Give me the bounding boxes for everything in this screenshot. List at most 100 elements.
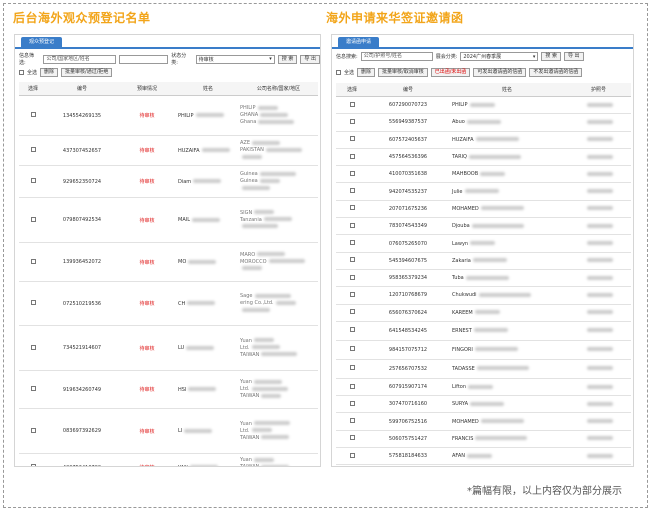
row-passport-cell (566, 359, 631, 379)
row-checkbox[interactable] (30, 147, 36, 152)
row-checkbox[interactable] (30, 427, 36, 433)
right-table: 选择 编号 姓名 护照号 607290070723 PHILIP 556949387537… (336, 83, 631, 466)
row-name-cell: Djouba (448, 217, 566, 236)
right-heading: 海外申请来华签证邀请函 (326, 11, 464, 25)
redacted-text (253, 379, 282, 384)
table-row: 607915907174 Lifton (336, 378, 631, 397)
row-id: 607290070723 (368, 96, 448, 115)
row-checkbox[interactable] (349, 291, 355, 297)
left-status-label: 状态分类: (171, 53, 187, 66)
row-checkbox[interactable] (349, 101, 355, 107)
address-line: MOROCCO (240, 259, 317, 266)
row-checkbox[interactable] (30, 464, 36, 466)
row-checkbox[interactable] (349, 365, 355, 371)
row-checkbox[interactable] (349, 205, 355, 211)
row-name: KAREEM (452, 309, 473, 316)
left-column-header: 姓名 (177, 82, 239, 96)
redacted-text (261, 393, 282, 398)
redacted-text (186, 345, 215, 350)
left-batch-button[interactable]: 批量审核/通过/拒绝 (61, 68, 113, 77)
left-status-select[interactable]: 待审核 ▾ (195, 54, 275, 64)
row-checkbox[interactable] (349, 435, 355, 441)
row-select-cell (336, 304, 368, 322)
right-delete-button[interactable]: 删除 (357, 68, 376, 77)
row-name: ERNEST (452, 327, 472, 334)
row-checkbox[interactable] (349, 170, 355, 176)
letter-issued-toggle-button[interactable]: 已出函/未出函 (430, 68, 471, 77)
row-checkbox[interactable] (349, 452, 355, 458)
tab-visitor-registration[interactable]: 观众预登记 (21, 37, 63, 47)
left-extra-input[interactable] (118, 54, 169, 64)
address-text: TAIWAN (240, 464, 260, 467)
redacted-text (265, 147, 302, 152)
row-checkbox[interactable] (349, 188, 355, 194)
row-select-cell (336, 217, 368, 236)
row-checkbox[interactable] (349, 274, 355, 280)
right-exhibit-value: 2024广州春季展 (463, 54, 502, 60)
right-exhibit-select[interactable]: 2024广州春季展 ▾ (460, 52, 539, 61)
row-checkbox[interactable] (349, 383, 355, 389)
redacted-text (261, 464, 290, 466)
redacted-text (275, 300, 296, 305)
row-checkbox[interactable] (30, 178, 36, 183)
row-checkbox[interactable] (349, 346, 355, 352)
row-checkbox[interactable] (30, 112, 36, 117)
row-address-cell: Yuan Ltd. TAIWAN (239, 408, 318, 454)
row-checkbox[interactable] (349, 309, 355, 315)
row-address-cell: PHILIP GHANA Ghana (239, 95, 318, 136)
row-checkbox[interactable] (349, 400, 355, 406)
redacted-passport (586, 310, 613, 315)
right-search-button[interactable]: 搜 索 (541, 52, 561, 61)
left-export-button[interactable]: 导 出 (300, 54, 320, 64)
row-checkbox[interactable] (349, 257, 355, 263)
row-name: MAIL (178, 217, 190, 223)
row-checkbox[interactable] (349, 118, 355, 124)
row-checkbox[interactable] (30, 386, 36, 391)
row-checkbox[interactable] (30, 258, 36, 264)
row-checkbox[interactable] (349, 153, 355, 159)
row-checkbox[interactable] (349, 240, 355, 246)
row-id: 929652350724 (47, 165, 117, 198)
address-line: Guinea (240, 178, 317, 185)
row-name-cell: Abuo (448, 113, 566, 132)
table-row: 656076370624 KAREEM (336, 304, 631, 322)
left-delete-button[interactable]: 删除 (40, 68, 59, 77)
row-checkbox[interactable] (349, 418, 355, 424)
left-column-header: 公司名称/国家/地区 (239, 82, 318, 96)
right-export-button[interactable]: 导 出 (563, 52, 584, 61)
redacted-passport (586, 292, 613, 297)
redacted-text (188, 259, 217, 264)
no-invitation-button[interactable]: 不发出邀请函的信函 (529, 68, 583, 77)
left-search-input[interactable]: 公司/国家地区/姓名 (43, 54, 116, 64)
row-checkbox[interactable] (349, 222, 355, 228)
row-checkbox[interactable] (349, 327, 355, 333)
redacted-text (252, 140, 281, 145)
address-text: TAIWAN (240, 434, 260, 441)
send-invitation-button[interactable]: 可发出邀请函的信函 (473, 68, 527, 77)
address-text: Guinea (240, 171, 258, 177)
address-text: Tanzania (240, 216, 262, 223)
row-id: 457564536396 (368, 148, 448, 167)
batch-review-button[interactable]: 批量审核/取消审核 (378, 68, 428, 77)
right-select-all-checkbox[interactable] (336, 70, 341, 75)
row-id: 650735367628 (368, 464, 448, 466)
tab-invitation-application[interactable]: 邀请函申请 (338, 37, 380, 47)
row-passport-cell (566, 217, 631, 236)
redacted-text (184, 428, 213, 433)
row-checkbox[interactable] (30, 344, 36, 350)
row-name: AFAN (452, 453, 465, 460)
chevron-down-icon: ▾ (269, 56, 272, 62)
row-checkbox[interactable] (30, 300, 36, 305)
address-line (240, 185, 317, 192)
row-checkbox[interactable] (349, 136, 355, 142)
redacted-passport (586, 401, 613, 406)
left-search-button[interactable]: 搜 索 (277, 54, 298, 64)
row-passport-cell (566, 286, 631, 305)
row-id: 437307452657 (47, 135, 117, 166)
row-checkbox[interactable] (30, 216, 36, 222)
row-name: PHILIP (178, 112, 194, 119)
left-select-all-checkbox[interactable] (19, 70, 24, 75)
status-badge: 待审核 (117, 242, 177, 282)
right-search-input[interactable]: 公司/护照号/姓名 (360, 52, 433, 61)
status-badge: 待审核 (117, 408, 177, 454)
